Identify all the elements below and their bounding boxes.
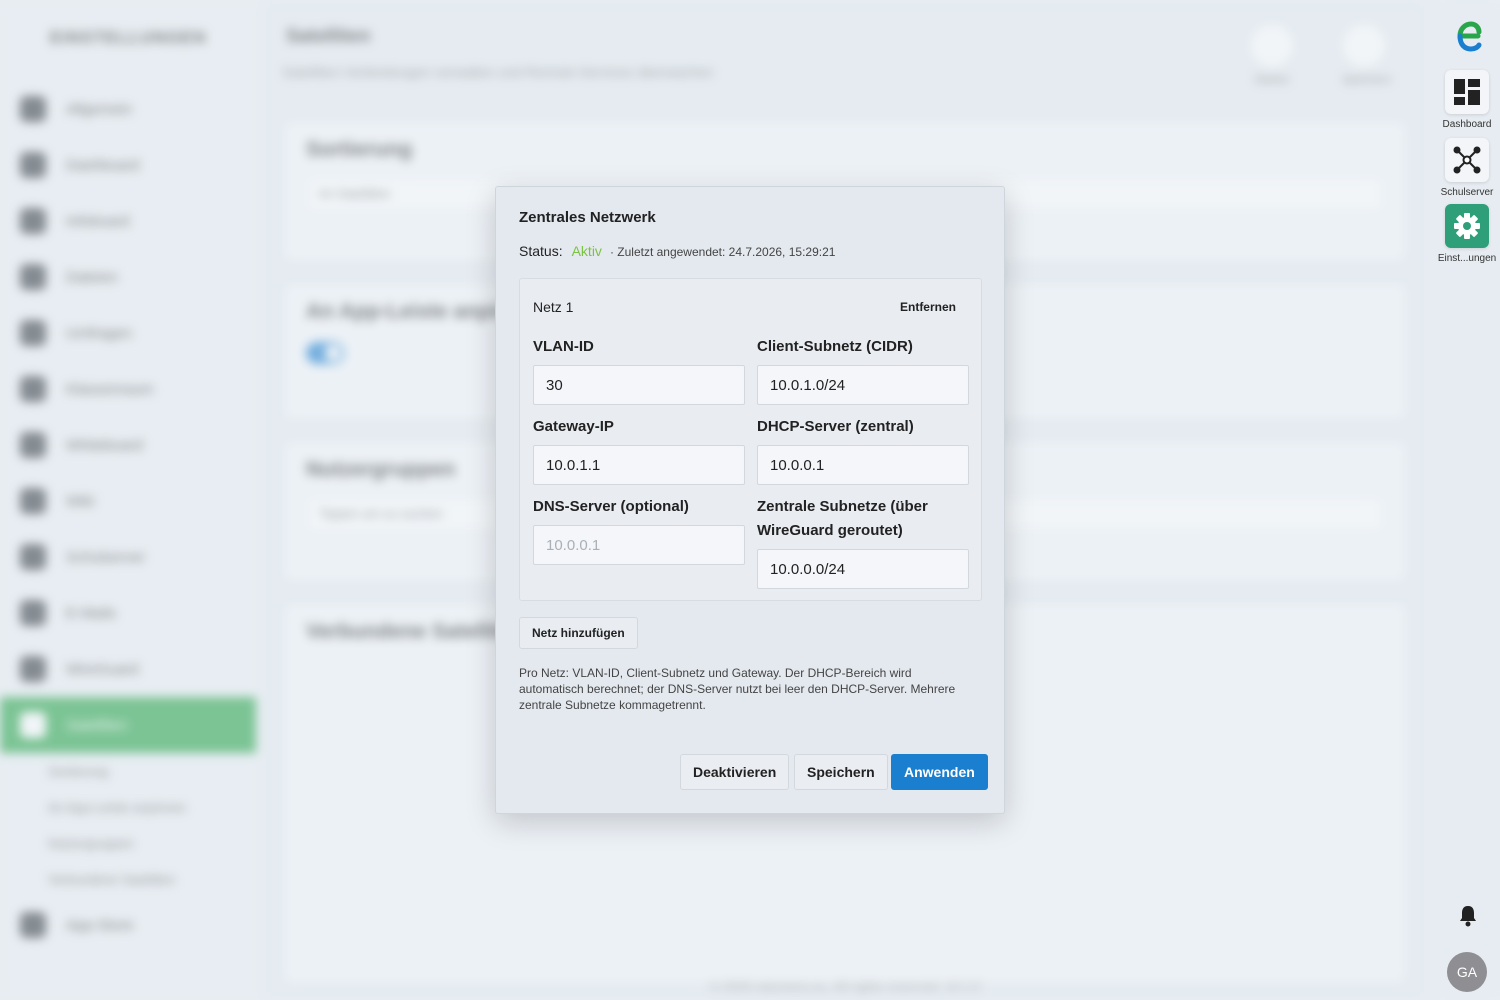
rail-item-schulserver[interactable]: Schulserver	[1434, 138, 1500, 198]
save-button[interactable]: Speichern	[794, 754, 888, 790]
network-entry: Netz 1 Entfernen VLAN-ID Client-Subnetz …	[519, 278, 982, 601]
remove-network-button[interactable]: Entfernen	[887, 293, 968, 321]
apply-button[interactable]: Anwenden	[891, 754, 988, 790]
subnet-label: Client-Subnetz (CIDR)	[757, 338, 913, 355]
gateway-label: Gateway-IP	[533, 418, 614, 435]
rail-settings-button[interactable]	[1445, 204, 1489, 248]
rail-label: Schulserver	[1440, 187, 1494, 198]
dns-server-input[interactable]	[533, 525, 745, 565]
network-icon	[1453, 146, 1481, 174]
deactivate-button[interactable]: Deaktivieren	[680, 754, 790, 790]
avatar[interactable]: GA	[1447, 952, 1487, 992]
central-subnets-label: Zentrale Subnetze (über WireGuard gerout…	[757, 498, 928, 539]
app-logo-icon[interactable]	[1452, 18, 1482, 54]
vlan-label: VLAN-ID	[533, 338, 594, 355]
status-row: Status: Aktiv · Zuletzt angewendet: 24.7…	[519, 243, 835, 259]
status-badge: Aktiv	[571, 243, 602, 259]
rail-label: Einst...ungen	[1437, 253, 1497, 264]
client-subnet-input[interactable]	[757, 365, 969, 405]
vlan-id-input[interactable]	[533, 365, 745, 405]
app-rail: Dashboard Schulserver Einst...ungen GA	[1434, 0, 1500, 1000]
rail-label: Dashboard	[1442, 119, 1492, 130]
status-label: Status:	[519, 243, 563, 259]
central-network-dialog: Zentrales Netzwerk Status: Aktiv · Zulet…	[495, 186, 1005, 814]
dns-label: DNS-Server (optional)	[533, 498, 689, 515]
bell-icon[interactable]	[1458, 904, 1478, 928]
network-name: Netz 1	[533, 299, 574, 315]
last-applied-timestamp: · Zuletzt angewendet: 24.7.2026, 15:29:2…	[609, 245, 836, 259]
rail-dashboard-button[interactable]	[1445, 70, 1489, 114]
dhcp-label: DHCP-Server (zentral)	[757, 418, 914, 435]
rail-item-settings[interactable]: Einst...ungen	[1434, 204, 1500, 264]
gateway-ip-input[interactable]	[533, 445, 745, 485]
dialog-title: Zentrales Netzwerk	[519, 209, 656, 226]
dhcp-server-input[interactable]	[757, 445, 969, 485]
gear-icon	[1454, 213, 1480, 239]
rail-schulserver-button[interactable]	[1445, 138, 1489, 182]
add-network-button[interactable]: Netz hinzufügen	[519, 617, 638, 649]
rail-item-dashboard[interactable]: Dashboard	[1434, 70, 1500, 130]
central-subnets-input[interactable]	[757, 549, 969, 589]
dashboard-icon	[1454, 79, 1480, 105]
help-text: Pro Netz: VLAN-ID, Client-Subnetz und Ga…	[519, 666, 956, 712]
